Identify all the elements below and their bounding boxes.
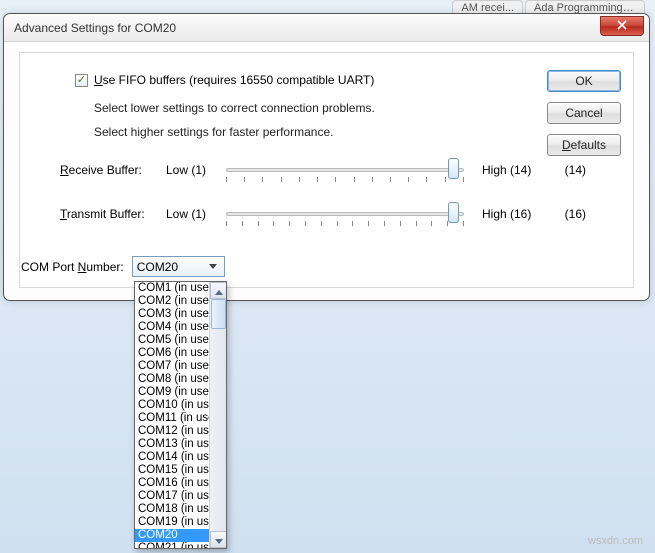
dropdown-item[interactable]: COM19 (in use)	[135, 516, 209, 529]
dropdown-item[interactable]: COM21 (in use)	[135, 542, 209, 548]
fifo-checkbox-row: ✓ Use FIFO buffers (requires 16550 compa…	[75, 73, 611, 87]
dropdown-item[interactable]: COM20	[135, 529, 209, 542]
close-button[interactable]	[600, 16, 644, 36]
dropdown-item[interactable]: COM16 (in use)	[135, 477, 209, 490]
ok-button[interactable]: OK	[547, 70, 621, 92]
com-port-selected: COM20	[137, 260, 205, 274]
titlebar: Advanced Settings for COM20	[4, 14, 649, 42]
cancel-button[interactable]: Cancel	[547, 102, 621, 124]
fifo-checkbox-label: Use FIFO buffers (requires 16550 compati…	[94, 73, 374, 87]
transmit-slider-thumb[interactable]	[448, 202, 459, 223]
scroll-down-button[interactable]	[210, 531, 227, 548]
transmit-slider[interactable]	[226, 201, 464, 227]
fifo-checkbox[interactable]: ✓	[75, 74, 88, 87]
receive-high-label: High (14)	[482, 163, 546, 177]
dialog-body: ✓ Use FIFO buffers (requires 16550 compa…	[19, 52, 634, 288]
dropdown-item[interactable]: COM8 (in use)	[135, 373, 209, 386]
close-icon	[617, 19, 627, 33]
receive-value: (14)	[556, 163, 586, 177]
dropdown-scrollbar[interactable]	[209, 282, 226, 548]
chevron-up-icon	[215, 284, 223, 298]
advanced-settings-dialog: Advanced Settings for COM20 ✓ Use FIFO b…	[3, 13, 650, 301]
dropdown-item[interactable]: COM7 (in use)	[135, 360, 209, 373]
com-port-row: COM Port Number: COM20	[21, 256, 225, 277]
dropdown-item[interactable]: COM12 (in use)	[135, 425, 209, 438]
dropdown-item[interactable]: COM15 (in use)	[135, 464, 209, 477]
dropdown-item[interactable]: COM9 (in use)	[135, 386, 209, 399]
transmit-low-label: Low (1)	[166, 207, 216, 221]
dropdown-item[interactable]: COM11 (in use)	[135, 412, 209, 425]
receive-slider-thumb[interactable]	[448, 158, 459, 179]
dropdown-item[interactable]: COM18 (in use)	[135, 503, 209, 516]
transmit-value: (16)	[556, 207, 586, 221]
com-port-label: COM Port Number:	[21, 260, 124, 274]
dropdown-item[interactable]: COM1 (in use)	[135, 282, 209, 295]
dropdown-item[interactable]: COM4 (in use)	[135, 321, 209, 334]
defaults-button[interactable]: Defaults	[547, 134, 621, 156]
hint-lower: Select lower settings to correct connect…	[94, 101, 611, 115]
chevron-down-icon	[205, 258, 222, 275]
receive-low-label: Low (1)	[166, 163, 216, 177]
receive-slider[interactable]	[226, 157, 464, 183]
dropdown-item[interactable]: COM13 (in use)	[135, 438, 209, 451]
transmit-buffer-row: Transmit Buffer: Low (1) High (16) (16)	[60, 201, 611, 227]
dropdown-item[interactable]: COM17 (in use)	[135, 490, 209, 503]
receive-buffer-label: Receive Buffer:	[60, 163, 156, 177]
dropdown-item[interactable]: COM14 (in use)	[135, 451, 209, 464]
transmit-high-label: High (16)	[482, 207, 546, 221]
scrollbar-thumb[interactable]	[211, 299, 226, 329]
dropdown-item[interactable]: COM6 (in use)	[135, 347, 209, 360]
chevron-down-icon	[215, 533, 223, 547]
dialog-buttons: OK Cancel Defaults	[547, 70, 621, 156]
hint-higher: Select higher settings for faster perfor…	[94, 125, 611, 139]
scroll-up-button[interactable]	[210, 282, 227, 299]
transmit-buffer-label: Transmit Buffer:	[60, 207, 156, 221]
dropdown-item[interactable]: COM3 (in use)	[135, 308, 209, 321]
dropdown-item[interactable]: COM2 (in use)	[135, 295, 209, 308]
dropdown-item[interactable]: COM5 (in use)	[135, 334, 209, 347]
watermark: wsxdn.com	[588, 535, 643, 547]
com-port-dropdown-list[interactable]: COM1 (in use)COM2 (in use)COM3 (in use)C…	[134, 281, 227, 549]
dropdown-item[interactable]: COM10 (in use)	[135, 399, 209, 412]
receive-buffer-row: Receive Buffer: Low (1) High (14) (14)	[60, 157, 611, 183]
com-port-combobox[interactable]: COM20	[132, 256, 225, 277]
window-title: Advanced Settings for COM20	[14, 21, 176, 35]
